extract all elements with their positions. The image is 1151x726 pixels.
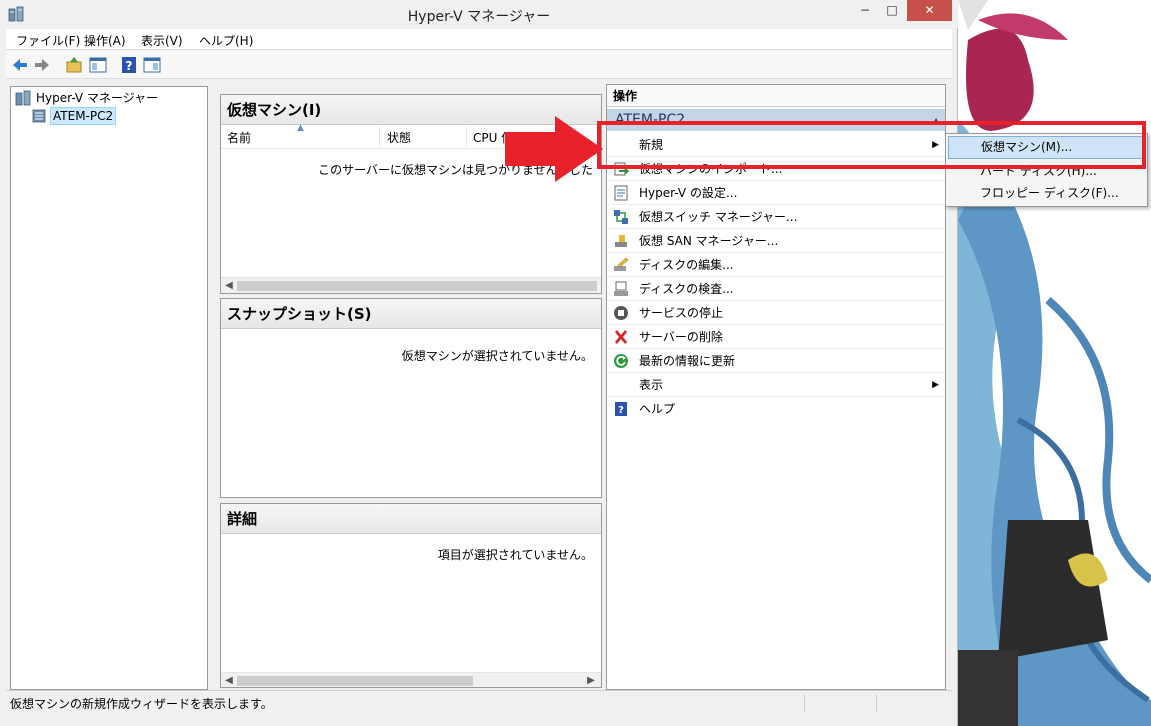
san-icon	[615, 235, 627, 247]
menu-action[interactable]: 操作(A)	[84, 32, 126, 49]
back-arrow-icon[interactable]	[10, 55, 30, 75]
details-empty-message: 項目が選択されていません。	[437, 548, 593, 562]
snapshot-section: スナップショット(S) 仮想マシンが選択されていません。	[220, 298, 602, 498]
menu-view[interactable]: 表示(V)	[141, 32, 183, 49]
submenu-arrow-icon: ▶	[932, 380, 939, 390]
console-tree[interactable]: Hyper-V マネージャー ATEM-PC2	[10, 86, 208, 690]
wallpaper-art	[958, 0, 1151, 726]
action-refresh[interactable]: 最新の情報に更新	[607, 349, 945, 373]
column-divider[interactable]	[466, 127, 467, 147]
tree-item-root[interactable]: Hyper-V マネージャー	[15, 89, 160, 107]
action-label: ディスクの検査...	[639, 282, 734, 296]
status-divider	[804, 694, 805, 712]
tree-root-label: Hyper-V マネージャー	[36, 91, 159, 105]
toolbar: ?	[6, 51, 952, 79]
forward-arrow-icon[interactable]	[32, 55, 52, 75]
close-button[interactable]: ✕	[907, 0, 952, 21]
column-divider[interactable]	[379, 127, 380, 147]
actions-header: 操作	[607, 85, 945, 107]
submenu-item-floppy-disk[interactable]: フロッピー ディスク(F)...	[948, 182, 1145, 205]
main-panes: Hyper-V マネージャー ATEM-PC2 仮想マシン(I) 名前 ▲ 状態…	[6, 84, 952, 690]
action-label: Hyper-V の設定...	[639, 186, 738, 200]
snapshot-empty-message: 仮想マシンが選択されていません。	[401, 349, 593, 363]
annotation-arrow-icon	[505, 116, 603, 182]
menu-bar: ファイル(F) 操作(A) 表示(V) ヘルプ(H)	[6, 29, 952, 50]
up-folder-icon[interactable]	[64, 55, 84, 75]
action-label: 最新の情報に更新	[639, 354, 736, 368]
action-hyperv-settings[interactable]: Hyper-V の設定...	[607, 181, 945, 205]
virtual-switch-icon	[614, 210, 628, 224]
col-state[interactable]: 状態	[387, 129, 411, 146]
desktop-wallpaper	[958, 0, 1151, 726]
annotation-highlight-box	[597, 121, 1146, 169]
action-stop-service[interactable]: サービスの停止	[607, 301, 945, 325]
action-label: サーバーの削除	[639, 330, 723, 344]
scroll-thumb[interactable]	[237, 281, 597, 291]
status-divider	[876, 694, 877, 712]
title-bar: Hyper-V マネージャー − □ ✕	[0, 0, 958, 28]
action-view[interactable]: 表示 ▶	[607, 373, 945, 397]
actions-pane: 操作 ATEM-PC2 ▴ 新規 ▶ 仮想マシンのインポート... Hyper-…	[606, 84, 946, 690]
help-icon: ?	[615, 402, 627, 416]
settings-icon	[614, 185, 628, 201]
status-bar: 仮想マシンの新規作成ウィザードを表示します。	[6, 690, 952, 714]
vm-horizontal-scrollbar[interactable]: ◀	[221, 277, 601, 293]
svg-text:?: ?	[126, 59, 133, 73]
help-icon[interactable]: ?	[119, 55, 139, 75]
tree-server-label: ATEM-PC2	[50, 107, 117, 125]
scroll-thumb[interactable]	[237, 676, 473, 686]
action-edit-disk[interactable]: ディスクの編集...	[607, 253, 945, 277]
scroll-left-icon[interactable]: ◀	[221, 673, 237, 687]
refresh-icon	[614, 354, 628, 368]
show-hide-action-pane-icon[interactable]	[142, 55, 162, 75]
action-help[interactable]: ? ヘルプ	[607, 397, 945, 421]
server-icon	[32, 109, 46, 123]
scroll-right-icon[interactable]: ▶	[583, 673, 599, 687]
action-remove-server[interactable]: サーバーの削除	[607, 325, 945, 349]
stop-icon	[614, 306, 628, 320]
action-inspect-disk[interactable]: ディスクの検査...	[607, 277, 945, 301]
action-label: ディスクの編集...	[639, 258, 734, 272]
col-name[interactable]: 名前	[227, 129, 251, 146]
svg-text:?: ?	[618, 405, 624, 416]
sort-ascending-icon: ▲	[297, 123, 304, 133]
details-horizontal-scrollbar[interactable]: ◀ ▶	[221, 672, 601, 687]
inspect-disk-icon	[614, 281, 628, 296]
delete-icon	[615, 330, 627, 344]
snapshot-section-title: スナップショット(S)	[221, 299, 601, 329]
edit-disk-icon	[614, 257, 629, 271]
action-label: 仮想スイッチ マネージャー...	[639, 210, 798, 224]
scroll-left-icon[interactable]: ◀	[221, 278, 237, 293]
status-text: 仮想マシンの新規作成ウィザードを表示します。	[10, 697, 273, 711]
menu-help[interactable]: ヘルプ(H)	[199, 32, 253, 49]
minimize-button[interactable]: −	[853, 0, 877, 21]
show-hide-console-tree-icon[interactable]	[88, 55, 108, 75]
action-virtual-san-manager[interactable]: 仮想 SAN マネージャー...	[607, 229, 945, 253]
details-section-title: 詳細	[221, 504, 601, 534]
action-label: 仮想 SAN マネージャー...	[639, 234, 779, 248]
menu-file[interactable]: ファイル(F)	[16, 32, 80, 49]
action-label: サービスの停止	[639, 306, 724, 320]
hyperv-manager-icon	[15, 90, 31, 106]
details-section: 詳細 項目が選択されていません。 ◀ ▶	[220, 503, 602, 688]
action-label: 表示	[639, 378, 664, 392]
maximize-button[interactable]: □	[879, 0, 905, 21]
tree-item-server[interactable]: ATEM-PC2	[31, 107, 117, 125]
action-label: ヘルプ	[639, 402, 676, 416]
window-title: Hyper-V マネージャー	[407, 9, 551, 25]
action-virtual-switch-manager[interactable]: 仮想スイッチ マネージャー...	[607, 205, 945, 229]
hyperv-manager-window: Hyper-V マネージャー − □ ✕ ファイル(F) 操作(A) 表示(V)…	[0, 0, 958, 726]
